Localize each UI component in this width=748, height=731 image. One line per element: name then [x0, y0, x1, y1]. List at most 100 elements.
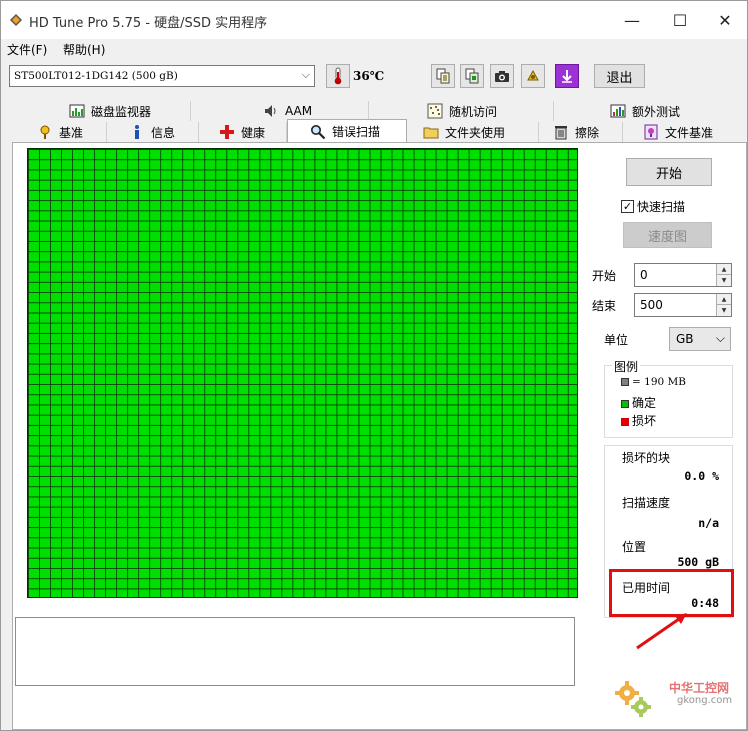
tab-extra-tests[interactable]: 额外测试 — [554, 101, 738, 121]
annotation-arrow-icon — [636, 613, 687, 650]
temperature-readout: 36℃ — [353, 69, 385, 83]
unit-select[interactable]: GB ⌵ — [669, 327, 731, 351]
watermark-en-text: gkong.com — [677, 695, 733, 706]
tab-label: 擦除 — [575, 125, 600, 140]
legend-block-size-text: = 190 MB — [632, 376, 686, 388]
unit-select-value: GB — [676, 332, 694, 346]
drive-select-value: ST500LT012-1DG142 (500 gB) — [14, 70, 178, 82]
temperature-button[interactable] — [326, 64, 350, 88]
tab-label: 文件夹使用 — [445, 125, 506, 140]
maximize-button[interactable]: ☐ — [657, 1, 703, 39]
tab-file-benchmark[interactable]: 文件基准 — [623, 122, 738, 142]
extra-tests-icon — [610, 104, 626, 118]
tab-erase[interactable]: 擦除 — [539, 122, 623, 142]
spin-down-icon[interactable]: ▼ — [717, 305, 731, 316]
tab-label: 基准 — [59, 125, 84, 140]
options-icon — [527, 69, 539, 81]
spin-up-icon[interactable]: ▲ — [717, 294, 731, 305]
disk-monitor-icon — [69, 104, 85, 118]
exit-button[interactable]: 退出 — [594, 64, 645, 88]
tab-benchmark[interactable]: 基准 — [13, 122, 107, 142]
spinner-arrows[interactable]: ▲ ▼ — [716, 264, 731, 286]
options-button[interactable] — [521, 64, 545, 88]
position-value: 500 gB — [677, 555, 719, 569]
tab-strip: 磁盘监视器 AAM 随机访问 额外测试 基准 信息 健康 错误扫描 文件夹使用 … — [13, 101, 747, 143]
save-button[interactable] — [555, 64, 579, 88]
start-range-label: 开始 — [592, 269, 617, 283]
legend-block-size: = 190 MB — [621, 376, 686, 388]
start-range-value: 0 — [640, 268, 648, 282]
info-icon — [135, 125, 139, 139]
tab-aam[interactable]: AAM — [191, 101, 369, 121]
damaged-blocks-label: 损坏的块 — [622, 451, 671, 465]
folder-icon — [423, 127, 439, 139]
spin-up-icon[interactable]: ▲ — [717, 264, 731, 275]
speaker-icon — [265, 105, 276, 117]
random-access-icon — [427, 103, 443, 119]
camera-icon — [495, 71, 509, 82]
tab-label: 磁盘监视器 — [91, 104, 152, 119]
end-range-label: 结束 — [592, 299, 617, 313]
tab-label: 错误扫描 — [332, 125, 381, 139]
menu-bar: 文件(F) 帮助(H) — [1, 39, 747, 59]
gear-logo-icon — [615, 681, 651, 717]
trash-icon — [555, 126, 567, 140]
legend-ok: 确定 — [621, 394, 656, 411]
menu-file[interactable]: 文件(F) — [7, 41, 47, 58]
start-range-input[interactable]: 0 ▲ ▼ — [634, 263, 732, 287]
title-bar[interactable]: HD Tune Pro 5.75 - 硬盘/SSD 实用程序 — ☐ ✕ — [1, 1, 747, 39]
window-title: HD Tune Pro 5.75 - 硬盘/SSD 实用程序 — [29, 16, 268, 31]
ok-swatch-icon — [621, 399, 629, 408]
quick-scan-checkbox[interactable]: ✓ 快速扫描 — [621, 198, 685, 215]
unit-label: 单位 — [604, 333, 629, 347]
tab-label: 信息 — [151, 125, 176, 140]
scan-block-grid — [27, 148, 578, 598]
tab-random-access[interactable]: 随机访问 — [369, 101, 554, 121]
close-button[interactable]: ✕ — [702, 1, 748, 39]
file-benchmark-icon — [644, 124, 658, 140]
app-window: HD Tune Pro 5.75 - 硬盘/SSD 实用程序 — ☐ ✕ 文件(… — [0, 0, 748, 731]
tab-error-scan[interactable]: 错误扫描 — [287, 119, 407, 143]
spin-down-icon[interactable]: ▼ — [717, 275, 731, 286]
screenshot-button[interactable] — [490, 64, 514, 88]
tab-label: 文件基准 — [665, 125, 714, 140]
legend-title: 图例 — [612, 358, 641, 375]
tab-folder-usage[interactable]: 文件夹使用 — [409, 122, 539, 142]
thermometer-icon — [334, 67, 342, 85]
legend-bad-text: 损坏 — [632, 414, 657, 428]
scan-speed-label: 扫描速度 — [622, 496, 671, 510]
tab-label: AAM — [285, 104, 313, 118]
position-label: 位置 — [622, 540, 647, 554]
start-button[interactable]: 开始 — [626, 158, 712, 186]
end-range-value: 500 — [640, 298, 663, 312]
block-swatch-icon — [621, 378, 629, 386]
tab-health[interactable]: 健康 — [199, 122, 287, 142]
menu-help[interactable]: 帮助(H) — [63, 41, 105, 58]
checkbox-checked-icon: ✓ — [621, 200, 634, 213]
scan-speed-value: n/a — [698, 516, 719, 530]
copy-text-icon — [436, 68, 450, 84]
end-range-input[interactable]: 500 ▲ ▼ — [634, 293, 732, 317]
watermark-cn-text: 中华工控网 — [669, 681, 730, 695]
copy-image-button[interactable] — [460, 64, 484, 88]
minimize-button[interactable]: — — [609, 1, 655, 39]
tab-disk-monitor[interactable]: 磁盘监视器 — [13, 101, 191, 121]
tab-label: 健康 — [241, 125, 266, 140]
legend-bad: 损坏 — [621, 412, 656, 429]
magnifier-icon — [311, 124, 326, 139]
spinner-arrows[interactable]: ▲ ▼ — [716, 294, 731, 316]
toolbar: ST500LT012-1DG142 (500 gB) ⌵ 36℃ 退出 — [1, 59, 747, 93]
tab-label: 额外测试 — [632, 104, 681, 119]
quick-scan-label: 快速扫描 — [637, 200, 686, 214]
save-icon — [562, 70, 572, 83]
bad-swatch-icon — [621, 417, 629, 426]
copy-text-button[interactable] — [431, 64, 455, 88]
speed-map-button[interactable]: 速度图 — [623, 222, 712, 248]
chevron-down-icon: ⌵ — [715, 331, 725, 345]
benchmark-icon — [40, 125, 50, 139]
copy-image-icon — [465, 68, 479, 84]
chevron-down-icon: ⌵ — [301, 68, 310, 81]
scan-log-box[interactable] — [15, 617, 575, 686]
tab-info[interactable]: 信息 — [107, 122, 199, 142]
drive-select[interactable]: ST500LT012-1DG142 (500 gB) ⌵ — [9, 65, 315, 87]
